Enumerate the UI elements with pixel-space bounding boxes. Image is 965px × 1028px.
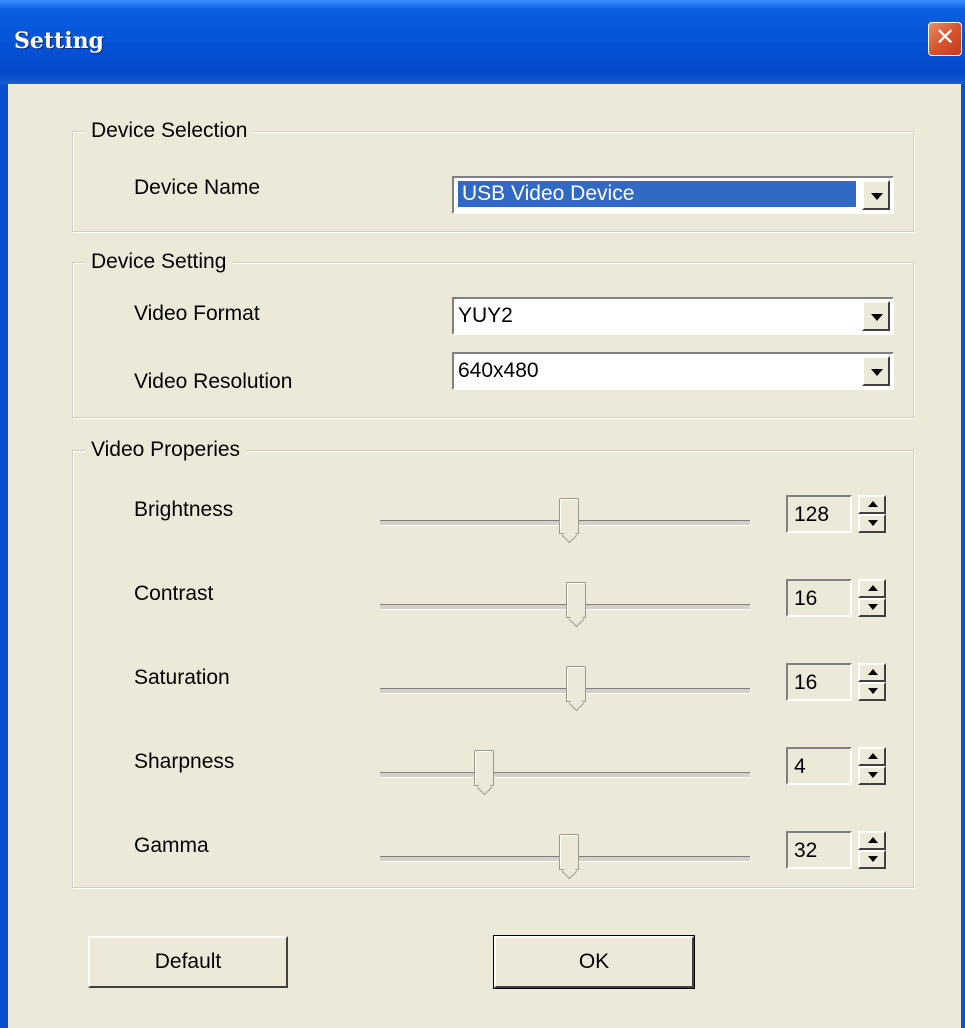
property-label-contrast: Contrast [134,582,214,605]
property-label-saturation: Saturation [134,666,230,689]
slider-track-contrast[interactable] [380,604,750,610]
device-name-value: USB Video Device [458,181,856,207]
video-format-value: YUY2 [458,304,513,327]
value-text: 16 [794,671,818,694]
spinner [858,495,886,533]
spinner [858,747,886,785]
spin-up-arrow-icon[interactable] [858,495,886,514]
device-setting-group: Device Setting [72,250,914,418]
spinner [858,831,886,869]
video-format-label: Video Format [134,302,260,325]
default-button[interactable]: Default [88,936,288,988]
spin-up-arrow-icon[interactable] [858,747,886,766]
property-label-gamma: Gamma [134,834,209,857]
window-frame-right [961,84,965,1028]
value-text: 4 [794,755,806,778]
dropdown-arrow-icon[interactable] [862,356,890,386]
window-frame-left [0,84,8,1028]
value-field-brightness[interactable]: 128 [786,495,852,533]
video-resolution-label: Video Resolution [134,370,293,393]
slider-thumb-brightness[interactable] [558,498,579,534]
ok-button[interactable]: OK [493,935,695,989]
value-field-saturation[interactable]: 16 [786,663,852,701]
close-button[interactable]: ✕ [928,22,962,56]
slider-track-sharpness[interactable] [380,772,750,778]
slider-thumb-contrast[interactable] [566,582,587,618]
spinner [858,579,886,617]
slider-thumb-gamma[interactable] [558,834,579,870]
value-field-contrast[interactable]: 16 [786,579,852,617]
value-field-sharpness[interactable]: 4 [786,747,852,785]
slider-track-saturation[interactable] [380,688,750,694]
dropdown-arrow-icon[interactable] [862,301,890,331]
device-selection-title: Device Selection [85,119,254,143]
title-bar: Setting ✕ [0,0,965,84]
video-format-dropdown[interactable]: YUY2 [452,297,894,335]
spin-down-arrow-icon[interactable] [858,850,886,869]
spin-down-arrow-icon[interactable] [858,682,886,701]
spinner [858,663,886,701]
video-resolution-dropdown[interactable]: 640x480 [452,352,894,390]
device-name-label: Device Name [134,176,261,199]
property-label-brightness: Brightness [134,498,234,521]
video-resolution-value: 640x480 [458,359,539,382]
spin-down-arrow-icon[interactable] [858,598,886,617]
spin-down-arrow-icon[interactable] [858,514,886,533]
spin-up-arrow-icon[interactable] [858,663,886,682]
spin-down-arrow-icon[interactable] [858,766,886,785]
value-text: 16 [794,587,818,610]
property-label-sharpness: Sharpness [134,750,235,773]
spin-up-arrow-icon[interactable] [858,831,886,850]
device-name-dropdown[interactable]: USB Video Device [452,176,894,214]
value-field-gamma[interactable]: 32 [786,831,852,869]
dropdown-arrow-icon[interactable] [862,180,890,210]
slider-thumb-saturation[interactable] [566,666,587,702]
spin-up-arrow-icon[interactable] [858,579,886,598]
device-setting-title: Device Setting [85,250,233,274]
value-text: 128 [794,503,830,526]
value-text: 32 [794,839,818,862]
window-title: Setting [14,28,104,54]
video-properties-title: Video Properies [85,438,247,462]
slider-thumb-sharpness[interactable] [473,750,494,786]
